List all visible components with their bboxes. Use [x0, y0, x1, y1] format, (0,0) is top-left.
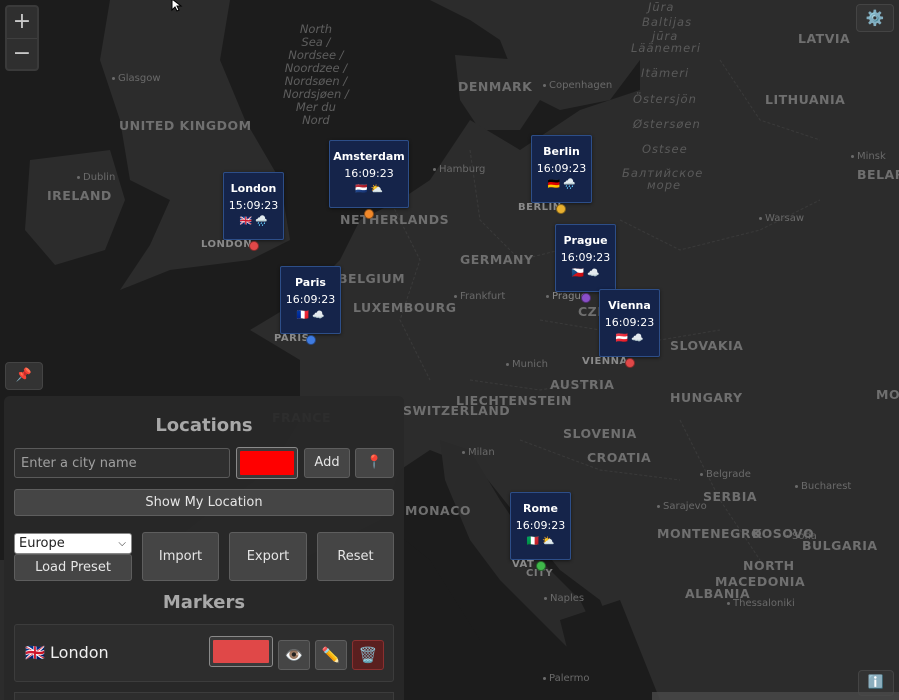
marker-row-name: London: [50, 643, 109, 662]
germany-flag-icon: 🇩🇪: [547, 179, 560, 190]
marker-time: 16:09:23: [604, 316, 655, 329]
show-my-location-button[interactable]: Show My Location: [14, 489, 394, 516]
info-icon: ℹ️: [867, 675, 885, 690]
map-attribution: [652, 692, 899, 700]
netherlands-flag-icon: 🇳🇱: [354, 184, 368, 195]
italy-flag-icon: 🇮🇹: [526, 536, 539, 547]
marker-time: 16:09:23: [344, 167, 394, 180]
marker-color-picker[interactable]: [236, 447, 298, 479]
cloud-icon: ☁️: [587, 268, 600, 279]
marker-dot[interactable]: [306, 335, 316, 345]
delete-marker-button[interactable]: 🗑️: [352, 640, 384, 670]
partly-cloudy-icon: ⛅: [542, 536, 555, 547]
chevron-down-icon: ⌵: [118, 538, 126, 549]
marker-dot[interactable]: [536, 561, 546, 571]
pushpin-icon: 📌: [15, 368, 33, 383]
export-button[interactable]: Export: [229, 532, 307, 581]
marker-city-name: London: [230, 182, 277, 195]
partly-cloudy-icon: ⛅: [370, 184, 384, 195]
marker-card[interactable]: Vienna 16:09:23 🇦🇹 ☁️: [599, 289, 660, 357]
pick-on-map-button[interactable]: 📍: [355, 448, 394, 478]
marker-city-name: Vienna: [608, 299, 651, 312]
marker-time: 16:09:23: [560, 251, 611, 264]
gear-icon: ⚙️: [865, 9, 885, 27]
uk-flag-icon: 🇬🇧: [239, 216, 252, 227]
marker-dot[interactable]: [581, 293, 591, 303]
markers-title: Markers: [162, 592, 246, 613]
marker-list-item: 🇬🇧 London 👁️ ✏️ 🗑️: [14, 624, 394, 682]
settings-button[interactable]: ⚙️: [856, 4, 894, 32]
zoom-control: + −: [5, 5, 39, 71]
marker-dot[interactable]: [249, 241, 259, 251]
marker-time: 16:09:23: [515, 519, 566, 532]
eye-icon: 👁️: [284, 646, 304, 664]
mouse-cursor-icon: [171, 0, 183, 12]
marker-card[interactable]: London 15:09:23 🇬🇧 🌧️: [223, 172, 284, 240]
marker-city-name: Paris: [295, 276, 326, 289]
marker-card[interactable]: Paris 16:09:23 🇫🇷 ☁️: [280, 266, 341, 334]
marker-city-name: Prague: [563, 234, 608, 247]
marker-time: 16:09:23: [285, 293, 336, 306]
panel-pin-toggle-button[interactable]: 📌: [5, 362, 43, 390]
rain-icon: 🌧️: [255, 216, 268, 227]
marker-city-name: Amsterdam: [333, 150, 405, 163]
toggle-visibility-button[interactable]: 👁️: [278, 640, 310, 670]
trash-icon: 🗑️: [358, 646, 378, 664]
preset-select[interactable]: Europe ⌵: [14, 533, 132, 554]
color-fill: [213, 640, 269, 663]
marker-time: 16:09:23: [536, 162, 587, 175]
locations-title: Locations: [155, 415, 253, 436]
marker-city-name: Rome: [523, 502, 558, 515]
edit-marker-button[interactable]: ✏️: [315, 640, 347, 670]
uk-flag-icon: 🇬🇧: [25, 643, 45, 662]
reset-button[interactable]: Reset: [317, 532, 394, 581]
marker-card[interactable]: Prague 16:09:23 🇨🇿 ☁️: [555, 224, 616, 292]
czechia-flag-icon: 🇨🇿: [571, 268, 584, 279]
add-location-button[interactable]: Add: [304, 448, 350, 478]
austria-flag-icon: 🇦🇹: [615, 333, 628, 344]
marker-dot[interactable]: [556, 204, 566, 214]
marker-row-color-picker[interactable]: [209, 636, 273, 667]
color-fill: [240, 451, 294, 475]
france-flag-icon: 🇫🇷: [296, 310, 309, 321]
marker-city-name: Berlin: [543, 145, 580, 158]
marker-card[interactable]: Rome 16:09:23 🇮🇹 ⛅: [510, 492, 571, 560]
preset-selected-value: Europe: [19, 536, 65, 551]
marker-card[interactable]: Amsterdam 16:09:23 🇳🇱 ⛅: [329, 140, 409, 208]
import-button[interactable]: Import: [142, 532, 219, 581]
cloud-icon: ☁️: [631, 333, 644, 344]
load-preset-button[interactable]: Load Preset: [14, 554, 132, 581]
rain-icon: 🌧️: [563, 179, 576, 190]
pencil-icon: ✏️: [321, 646, 341, 664]
location-pin-icon: 📍: [366, 455, 383, 470]
marker-card[interactable]: Berlin 16:09:23 🇩🇪 🌧️: [531, 135, 592, 203]
locations-panel: Locations Add 📍 Show My Location Europe …: [4, 396, 404, 700]
marker-dot[interactable]: [364, 209, 374, 219]
zoom-in-button[interactable]: +: [7, 7, 37, 38]
marker-dot[interactable]: [625, 358, 635, 368]
cloud-icon: ☁️: [312, 310, 325, 321]
city-name-input[interactable]: [14, 448, 230, 478]
zoom-out-button[interactable]: −: [7, 38, 37, 69]
marker-time: 15:09:23: [228, 199, 279, 212]
marker-list-item-next: [14, 692, 394, 700]
